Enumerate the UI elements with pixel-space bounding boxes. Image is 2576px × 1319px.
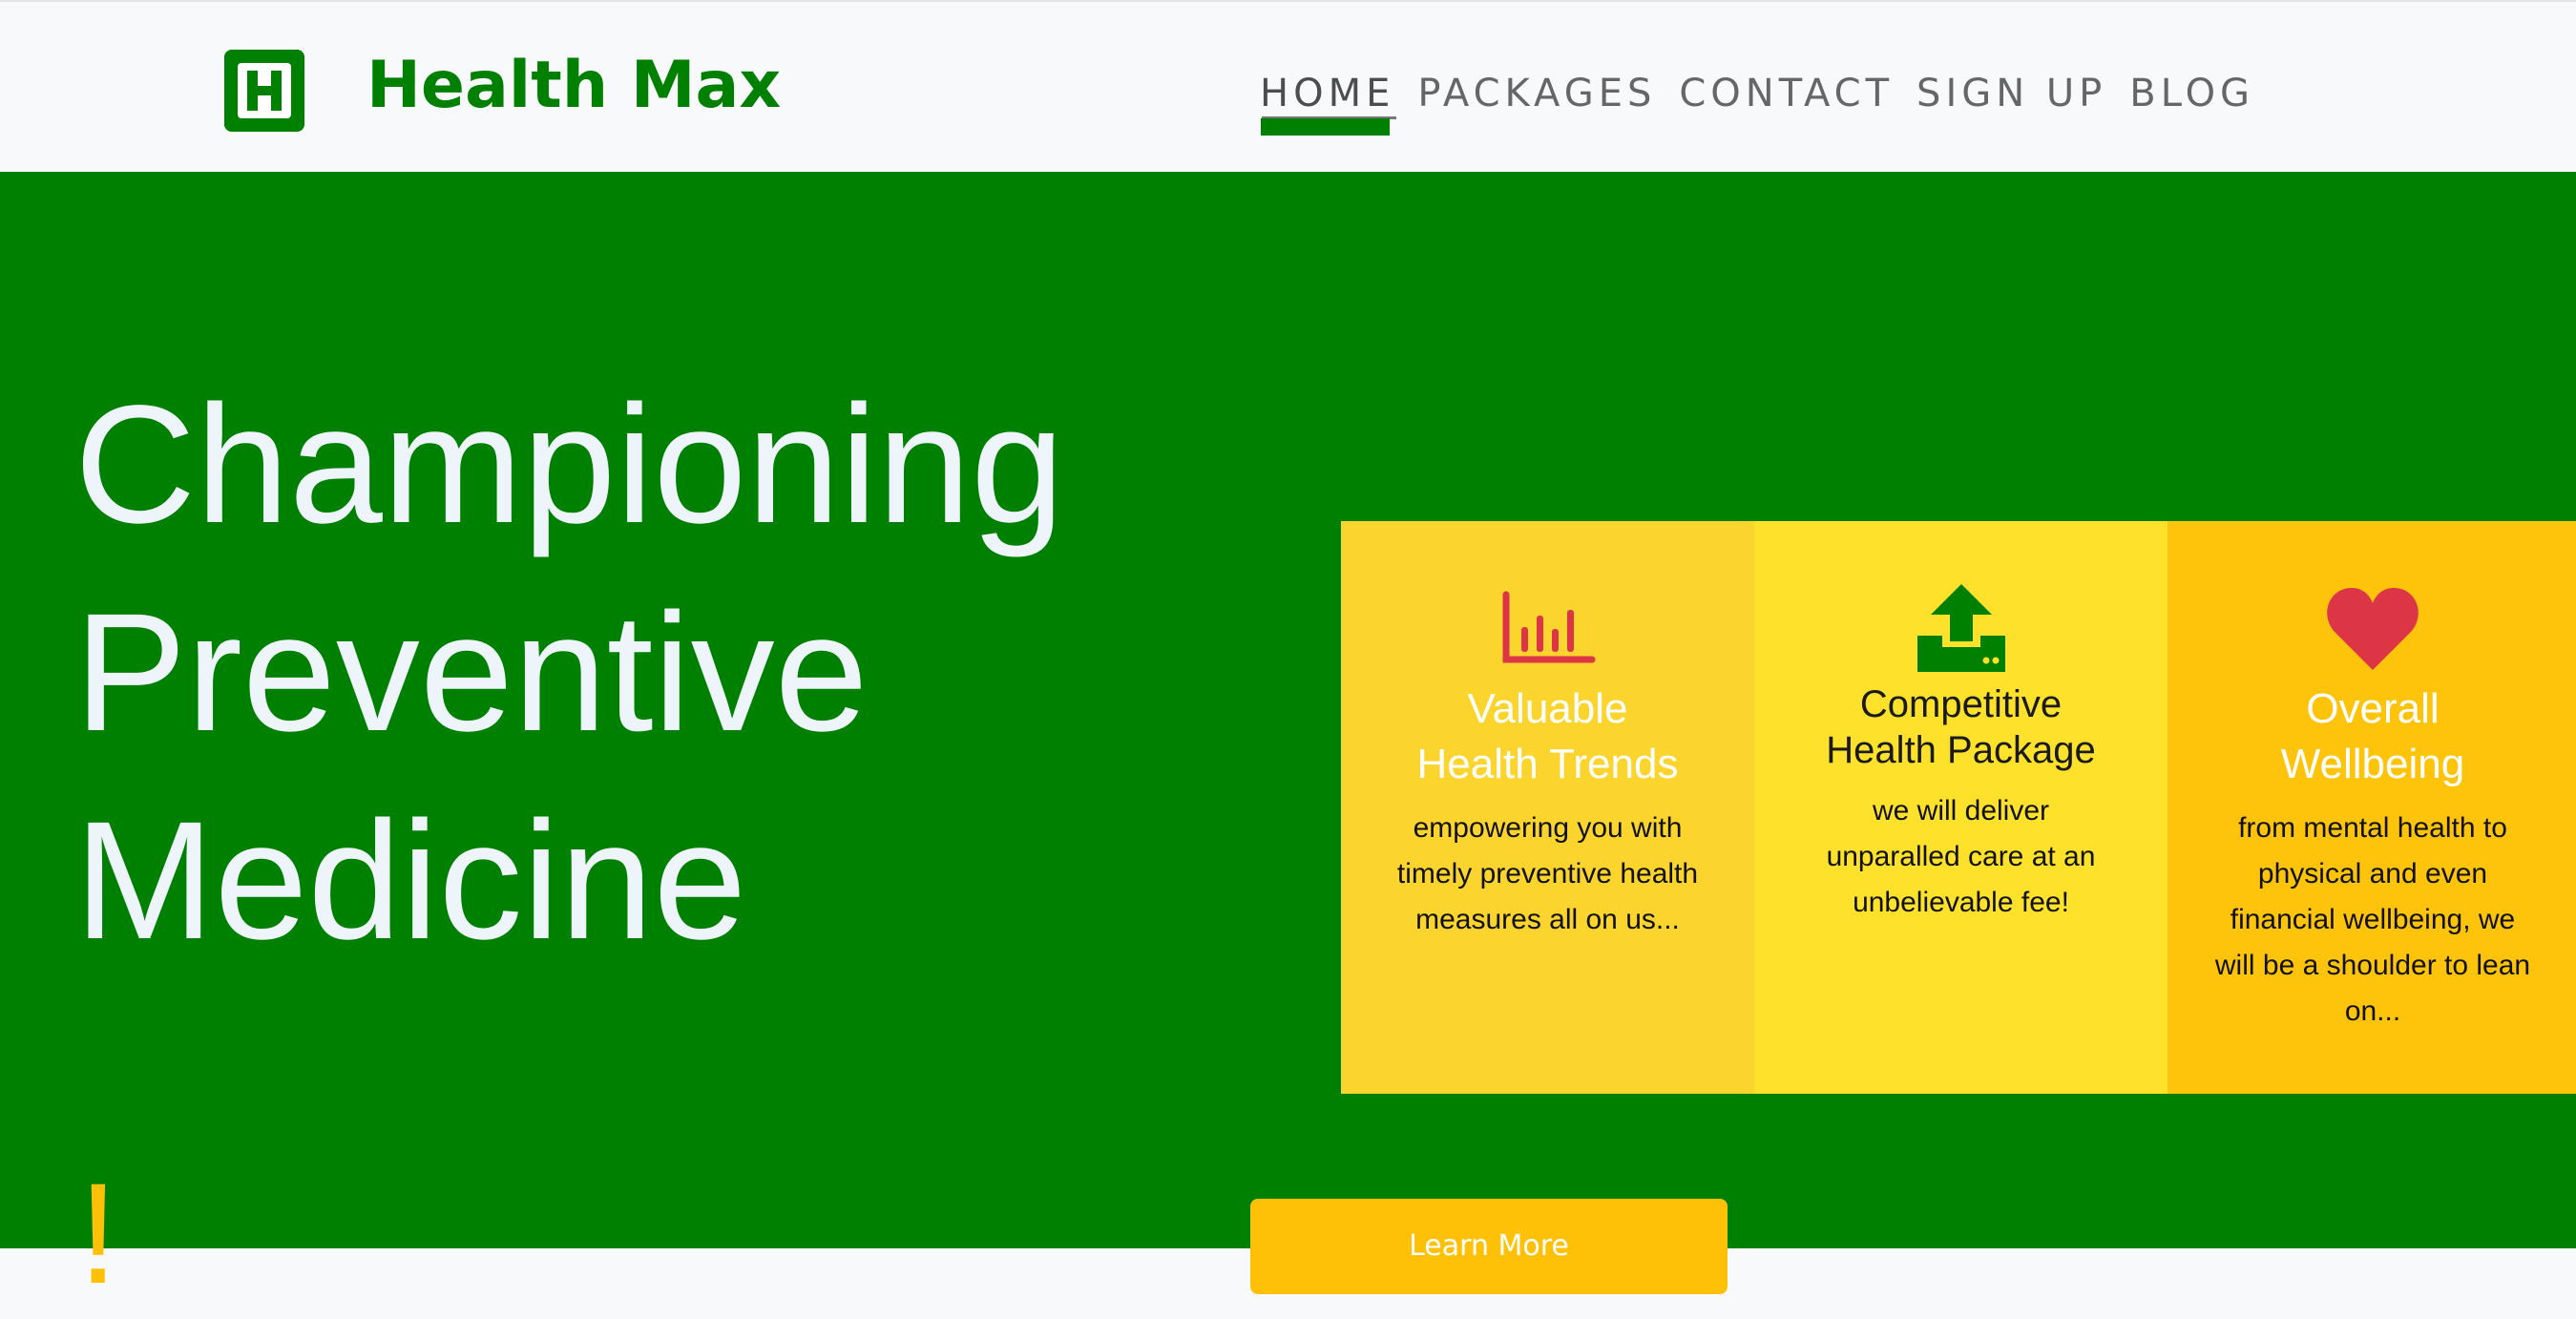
feature-cards: Valuable Health Trends empowering you wi…	[1341, 521, 2576, 1094]
nav-item-sign-up[interactable]: SIGN UP	[1907, 67, 2120, 120]
card-title: Valuable Health Trends	[1341, 681, 1754, 792]
hero-exclamation: !	[78, 1153, 118, 1313]
navbar: Health Max HOME PACKAGES CONTACT SIGN UP…	[0, 0, 2576, 172]
nav-item-contact[interactable]: CONTACT	[1669, 67, 1907, 120]
feature-card-wellbeing: Overall Wellbeing from mental health to …	[2168, 521, 2576, 1094]
card-title-line: Health Package	[1826, 729, 2096, 771]
card-text: we will deliver unparalled care at an un…	[1826, 795, 2096, 918]
hero-title-line: Championing	[74, 371, 1065, 558]
hero-title-line: Medicine	[74, 787, 747, 974]
card-title-line: Competitive	[1859, 683, 2063, 725]
main-nav: HOME PACKAGES CONTACT SIGN UP BLOG	[1250, 67, 2268, 120]
card-title-line: Wellbeing	[2280, 741, 2465, 787]
nav-item-blog[interactable]: BLOG	[2120, 67, 2268, 120]
card-title: Competitive Health Package	[1754, 681, 2168, 773]
brand-name[interactable]: Health Max	[367, 46, 781, 126]
card-text: empowering you with timely preventive he…	[1396, 812, 1699, 935]
upload-icon	[1754, 582, 2168, 676]
nav-item-home[interactable]: HOME	[1250, 67, 1408, 120]
card-text: from mental health to physical and even …	[2214, 812, 2531, 1027]
card-title-line: Overall	[2306, 685, 2440, 732]
feature-card-health-package: Competitive Health Package we will deliv…	[1754, 521, 2168, 1094]
bar-chart-icon	[1341, 582, 1754, 676]
hero-title: Championing Preventive Medicine	[74, 361, 1064, 985]
heart-icon	[2168, 582, 2576, 676]
feature-card-health-trends: Valuable Health Trends empowering you wi…	[1341, 521, 1754, 1094]
card-title-line: Valuable	[1467, 685, 1628, 732]
hero-title-line: Preventive	[74, 579, 869, 766]
card-title: Overall Wellbeing	[2168, 681, 2576, 792]
card-title-line: Health Trends	[1416, 741, 1679, 787]
nav-item-packages[interactable]: PACKAGES	[1408, 67, 1669, 120]
active-nav-indicator	[1261, 118, 1390, 136]
brand-logo-icon[interactable]	[224, 50, 304, 132]
learn-more-button[interactable]: Learn More	[1250, 1199, 1728, 1294]
hero-section: Championing Preventive Medicine ! Valuab…	[0, 172, 2576, 1313]
